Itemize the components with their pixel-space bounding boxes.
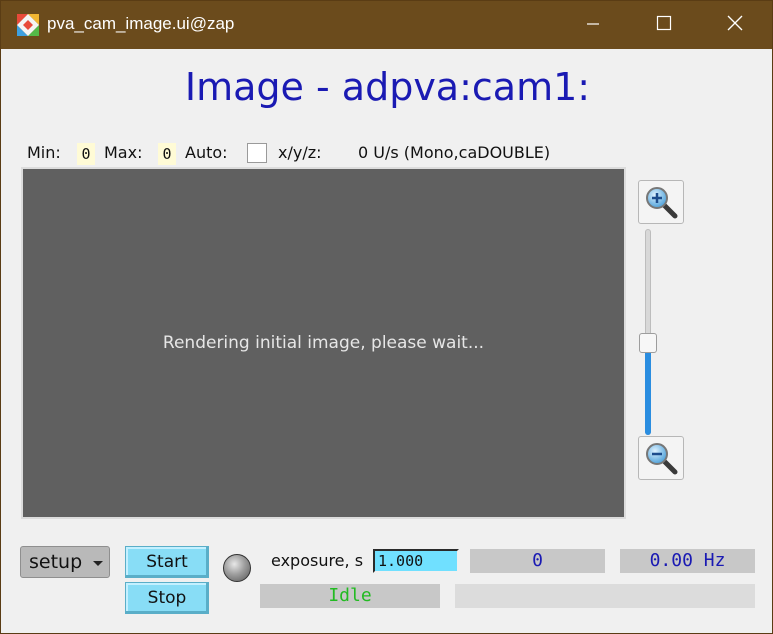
zoom-out-icon — [639, 443, 683, 483]
window-title: pva_cam_image.ui@zap — [47, 14, 235, 33]
min-label: Min: — [27, 143, 61, 162]
start-button[interactable]: Start — [125, 546, 209, 578]
image-loading-message: Rendering initial image, please wait... — [162, 333, 485, 353]
client-area: Image - adpva:cam1: Min: 0 Max: 0 Auto: … — [7, 49, 768, 629]
qt-app-icon — [17, 14, 39, 36]
min-value: 0 — [77, 143, 95, 165]
close-button[interactable] — [699, 1, 771, 49]
auto-checkbox[interactable] — [247, 143, 267, 163]
close-icon — [727, 15, 743, 35]
page-title: Image - adpva:cam1: — [184, 65, 591, 109]
maximize-icon — [656, 15, 672, 35]
zoom-slider-fill — [645, 343, 651, 435]
minimize-button[interactable] — [557, 1, 629, 49]
zoom-out-button[interactable] — [638, 436, 684, 480]
acquire-status-led — [223, 554, 251, 582]
xyz-label: x/y/z: — [278, 143, 322, 162]
max-label: Max: — [104, 143, 143, 162]
xyz-value: 0 U/s (Mono,caDOUBLE) — [358, 143, 551, 162]
stop-button[interactable]: Stop — [125, 582, 209, 614]
title-bar[interactable]: pva_cam_image.ui@zap — [1, 1, 772, 49]
zoom-slider-handle[interactable] — [639, 333, 657, 353]
auto-label: Auto: — [185, 143, 228, 162]
exposure-label: exposure, s — [271, 551, 364, 570]
acquire-status-readout: Idle — [260, 584, 440, 608]
max-value: 0 — [158, 143, 176, 165]
frame-rate-readout: 0.00 Hz — [620, 549, 755, 573]
status-message-readout — [455, 584, 755, 608]
image-counter-readout: 0 — [470, 549, 605, 573]
maximize-button[interactable] — [628, 1, 700, 49]
exposure-input[interactable]: 1.000 — [373, 549, 459, 573]
zoom-in-icon — [639, 187, 683, 227]
minimize-icon — [586, 16, 600, 35]
image-display[interactable]: Rendering initial image, please wait... — [21, 167, 626, 519]
zoom-in-button[interactable] — [638, 180, 684, 224]
app-window: pva_cam_image.ui@zap Image - adpva:cam1:… — [0, 0, 773, 634]
chevron-down-icon — [93, 561, 103, 566]
setup-label: setup — [29, 551, 83, 573]
setup-menu-button[interactable]: setup — [20, 546, 110, 578]
